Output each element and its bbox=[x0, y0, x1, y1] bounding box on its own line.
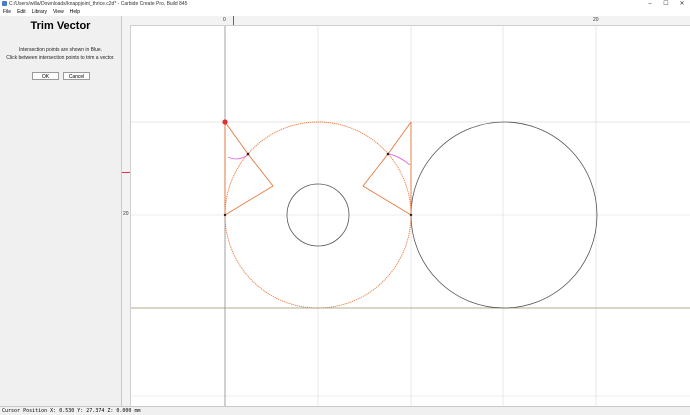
title-bar: C:/Users/willa/Downloads/knappjoint_thri… bbox=[0, 0, 690, 8]
vertex-point[interactable] bbox=[409, 213, 413, 217]
left-notch-vector[interactable] bbox=[224, 122, 274, 216]
window-controls: – ☐ ✕ bbox=[642, 0, 690, 8]
origin-marker-icon bbox=[222, 119, 228, 125]
cancel-button[interactable]: Cancel bbox=[63, 72, 90, 80]
intersection-point[interactable] bbox=[386, 152, 390, 156]
instruction-text-2: Click between intersection points to tri… bbox=[6, 55, 115, 61]
right-notch-vector[interactable] bbox=[362, 121, 412, 216]
ruler-label-20: 20 bbox=[593, 17, 599, 23]
ruler-label-0: 0 bbox=[223, 17, 226, 23]
design-canvas[interactable] bbox=[131, 26, 690, 406]
ruler-label-left-20: 20 bbox=[123, 211, 129, 217]
maximize-icon[interactable]: ☐ bbox=[658, 0, 674, 8]
top-ruler: 0 20 bbox=[122, 16, 690, 26]
panel-title: Trim Vector bbox=[30, 20, 91, 32]
instruction-text-1: Intersection points are shown in Blue. bbox=[18, 47, 103, 53]
cursor-marker-left bbox=[122, 172, 130, 173]
cursor-marker-top bbox=[233, 16, 234, 25]
intersection-point[interactable] bbox=[246, 152, 250, 156]
window-title: C:/Users/willa/Downloads/knappjoint_thri… bbox=[9, 1, 188, 7]
menu-file[interactable]: File bbox=[0, 8, 14, 16]
left-ruler: 20 bbox=[122, 25, 131, 406]
close-icon[interactable]: ✕ bbox=[674, 0, 690, 8]
vertex-point[interactable] bbox=[223, 213, 227, 217]
menu-edit[interactable]: Edit bbox=[14, 8, 29, 16]
menu-bar: File Edit Library View Help bbox=[0, 8, 690, 16]
ok-button[interactable]: OK bbox=[32, 72, 59, 80]
menu-view[interactable]: View bbox=[50, 8, 67, 16]
menu-help[interactable]: Help bbox=[67, 8, 83, 16]
trim-vector-panel: Trim Vector Intersection points are show… bbox=[0, 16, 122, 406]
intersection-arc-left bbox=[227, 153, 250, 160]
intersection-arc-right bbox=[388, 153, 411, 166]
menu-library[interactable]: Library bbox=[29, 8, 50, 16]
app-icon bbox=[2, 1, 7, 6]
minimize-icon[interactable]: – bbox=[642, 0, 658, 8]
left-notch-top-edge[interactable] bbox=[224, 121, 249, 155]
